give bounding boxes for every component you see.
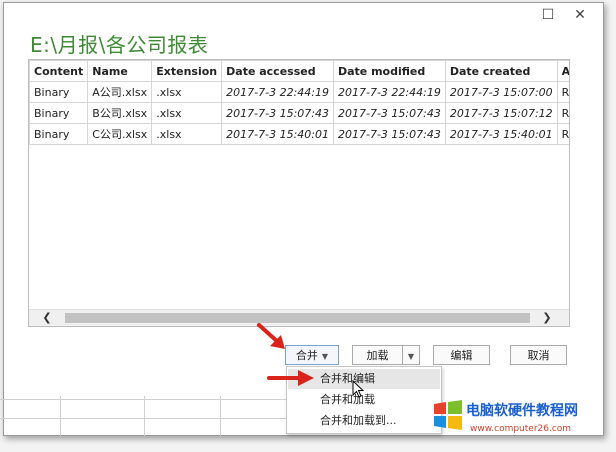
scroll-right-icon[interactable]: ❯: [537, 310, 557, 326]
cell-extension: .xlsx: [151, 81, 223, 103]
cell-date-accessed: 2017-7-3 22:44:19: [221, 81, 334, 103]
load-button[interactable]: 加载: [352, 345, 403, 365]
column-header-date-modified[interactable]: Date modified: [332, 60, 446, 82]
red-arrow-icon: [267, 370, 314, 386]
cell-content: Binary: [29, 102, 89, 124]
cell-date-created: 2017-7-3 15:07:12: [444, 102, 558, 124]
load-button-label: 加载: [366, 349, 389, 362]
cell-name: B公司.xlsx: [87, 102, 153, 124]
files-table: Content Name Extension Date accessed Dat…: [29, 60, 569, 145]
red-arrow-icon: [257, 323, 285, 349]
cell-date-modified: 2017-7-3 22:44:19: [332, 81, 446, 103]
scroll-left-icon[interactable]: ❮: [37, 310, 57, 326]
cell-content: Binary: [29, 123, 89, 145]
horizontal-scrollbar[interactable]: ❮ ❯: [29, 309, 569, 326]
cell-date-created: 2017-7-3 15:40:01: [444, 123, 558, 145]
cell-attributes: Record: [556, 123, 569, 145]
mouse-cursor-icon: [352, 380, 365, 398]
cell-extension: .xlsx: [151, 123, 223, 145]
watermark-url: www.computer26.com: [470, 424, 572, 434]
windows-logo-icon: [434, 400, 462, 430]
column-header-date-accessed[interactable]: Date accessed: [221, 60, 334, 82]
cell-attributes: Record: [556, 81, 569, 103]
edit-button[interactable]: 编辑: [433, 345, 490, 365]
scrollbar-thumb[interactable]: [65, 313, 530, 323]
cell-date-modified: 2017-7-3 15:07:43: [332, 102, 446, 124]
close-icon[interactable]: ✕: [572, 7, 588, 23]
cell-name: C公司.xlsx: [87, 123, 153, 145]
column-header-name[interactable]: Name: [87, 60, 153, 82]
cell-date-accessed: 2017-7-3 15:40:01: [221, 123, 334, 145]
edit-button-label: 编辑: [450, 349, 473, 362]
table-row[interactable]: Binary B公司.xlsx .xlsx 2017-7-3 15:07:43 …: [29, 102, 569, 124]
cell-date-modified: 2017-7-3 15:07:43: [332, 123, 446, 145]
combine-button-label: 合并: [295, 349, 318, 362]
cell-content: Binary: [29, 81, 89, 103]
maximize-icon[interactable]: ☐: [540, 7, 556, 23]
column-header-content[interactable]: Content: [29, 60, 89, 82]
chevron-down-icon: ▼: [407, 352, 415, 361]
column-header-extension[interactable]: Extension: [151, 60, 223, 82]
spreadsheet-background: [0, 396, 286, 436]
cell-name: A公司.xlsx: [87, 81, 153, 103]
table-row[interactable]: Binary A公司.xlsx .xlsx 2017-7-3 22:44:19 …: [29, 81, 569, 103]
cell-date-created: 2017-7-3 15:07:00: [444, 81, 558, 103]
files-table-container: Content Name Extension Date accessed Dat…: [28, 59, 570, 327]
load-dropdown-button[interactable]: ▼: [402, 345, 420, 365]
column-header-attributes[interactable]: Attribu: [556, 60, 569, 82]
dialog-title: E:\月报\各公司报表: [30, 33, 209, 57]
column-header-date-created[interactable]: Date created: [444, 60, 558, 82]
combine-button[interactable]: 合并 ▼: [285, 345, 339, 365]
cancel-button-label: 取消: [527, 349, 550, 362]
chevron-down-icon: ▼: [321, 352, 329, 361]
menu-item-combine-and-load-to[interactable]: 合并和加载到...: [288, 411, 440, 431]
cancel-button[interactable]: 取消: [510, 345, 567, 365]
watermark-title: 电脑软硬件教程网: [466, 403, 578, 419]
cell-extension: .xlsx: [151, 102, 223, 124]
watermark: 电脑软硬件教程网 www.computer26.com: [432, 394, 612, 444]
cell-date-accessed: 2017-7-3 15:07:43: [221, 102, 334, 124]
table-row[interactable]: Binary C公司.xlsx .xlsx 2017-7-3 15:40:01 …: [29, 123, 569, 145]
cell-attributes: Record: [556, 102, 569, 124]
table-header-row: Content Name Extension Date accessed Dat…: [29, 60, 569, 82]
